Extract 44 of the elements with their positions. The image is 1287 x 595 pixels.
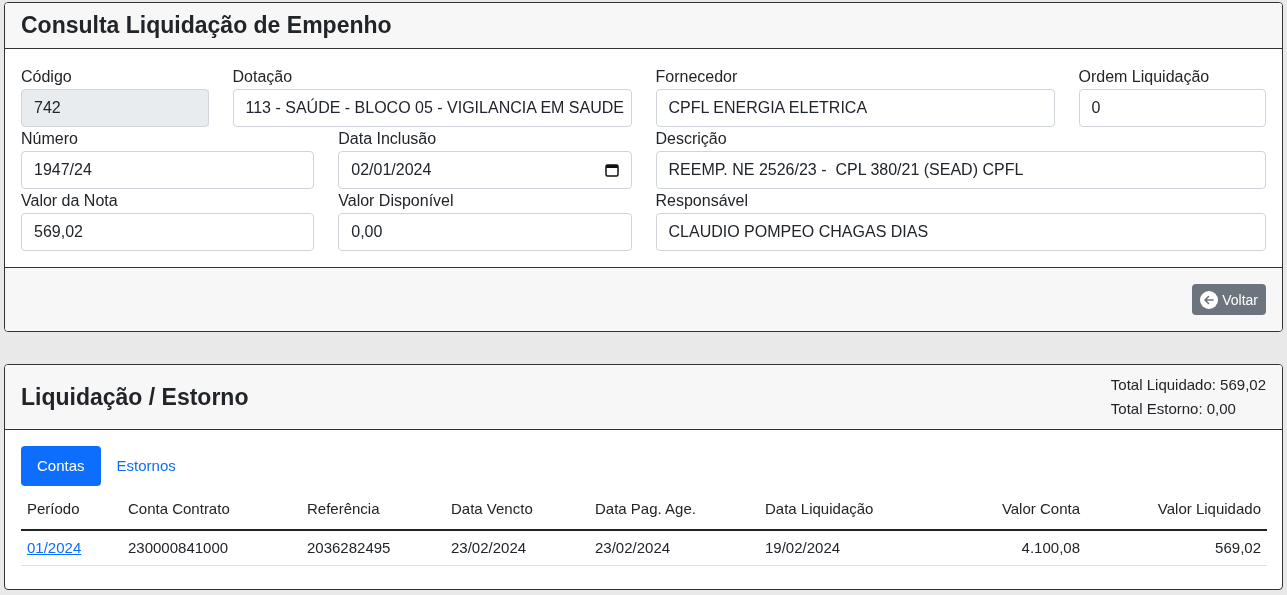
input-field[interactable]: CPFL ENERGIA ELETRICA <box>655 89 1055 127</box>
input-field[interactable]: 1947/24 <box>21 151 315 189</box>
table-cell: 569,02 <box>1086 529 1267 566</box>
section-title: Liquidação / Estorno <box>21 382 249 412</box>
column-header: Conta Contrato <box>122 490 301 530</box>
field-label: Fornecedor <box>655 67 739 87</box>
back-button[interactable]: Voltar <box>1192 284 1266 315</box>
input-field[interactable]: REEMP. NE 2526/23 - CPL 380/21 (SEAD) CPFL <box>655 151 1266 189</box>
tab[interactable]: Estornos <box>100 446 192 486</box>
table-cell: 23/02/2024 <box>445 529 589 566</box>
column-header: Referência <box>301 490 445 530</box>
page-title: Consulta Liquidação de Empenho <box>21 11 392 41</box>
input-field[interactable]: 113 - SAÚDE - BLOCO 05 - VIGILANCIA EM SAUDE <box>232 89 632 127</box>
column-header: Período <box>21 490 122 530</box>
table-cell: 19/02/2024 <box>759 529 922 566</box>
total-text: Total Liquidado: 569,02 <box>1110 375 1266 395</box>
column-header: Valor Conta <box>922 490 1086 530</box>
table-cell: 4.100,08 <box>922 529 1086 566</box>
calendar-icon[interactable] <box>604 163 619 177</box>
total-text: Total Estorno: 0,00 <box>1110 399 1237 419</box>
tab[interactable]: Contas <box>21 446 101 486</box>
table-cell: 2036282495 <box>301 529 445 566</box>
input-field[interactable]: 0 <box>1078 89 1266 127</box>
table-cell: 230000841000 <box>122 529 301 566</box>
column-header: Data Pag. Age. <box>589 490 759 530</box>
column-header: Data Vencto <box>445 490 589 530</box>
period-link[interactable]: 01/2024 <box>27 538 82 556</box>
input-field[interactable]: 569,02 <box>21 213 315 251</box>
field-label: Valor Disponível <box>338 191 455 211</box>
field-label: Dotação <box>232 67 294 87</box>
table-cell: 23/02/2024 <box>589 529 759 566</box>
field-label: Data Inclusão <box>338 129 438 149</box>
date-field[interactable]: 02/01/2024 <box>338 151 632 189</box>
column-header: Data Liquidação <box>759 490 922 530</box>
input-field[interactable]: 0,00 <box>338 213 632 251</box>
column-header: Valor Liquidado <box>1086 490 1267 530</box>
field-label: Código <box>21 67 73 87</box>
field-label: Ordem Liquidação <box>1078 67 1211 87</box>
arrow-left-circle-icon <box>1200 290 1219 309</box>
field-label: Responsável <box>655 191 749 211</box>
input-field[interactable]: CLAUDIO POMPEO CHAGAS DIAS <box>655 213 1266 251</box>
field-label: Número <box>21 129 79 149</box>
field-label: Descrição <box>655 129 728 149</box>
field-label: Valor da Nota <box>21 191 119 211</box>
